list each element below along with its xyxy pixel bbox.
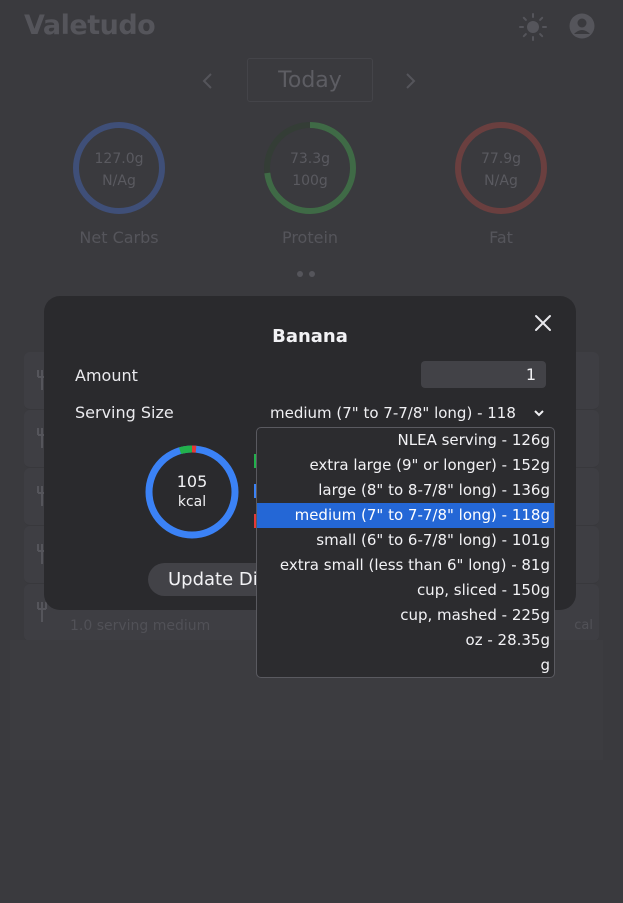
calorie-ring-protein — [179, 445, 193, 455]
chevron-left-icon[interactable] — [196, 68, 220, 94]
macro-fat: 77.9g N/Ag Fat — [431, 120, 571, 247]
chevron-down-icon — [534, 410, 544, 417]
protein-goal: 100g — [292, 173, 328, 189]
log-item-kcal: cal — [574, 618, 593, 633]
serving-size-option[interactable]: cup, mashed - 225g — [257, 603, 554, 628]
calorie-summary: 105 kcal — [144, 472, 240, 512]
serving-size-option[interactable]: extra large (9" or longer) - 152g — [257, 453, 554, 478]
serving-size-option[interactable]: oz - 28.35g — [257, 628, 554, 653]
fat-label: Fat — [489, 228, 513, 247]
amount-label: Amount — [75, 366, 138, 385]
carousel-dot[interactable] — [297, 271, 303, 277]
protein-label: Protein — [281, 228, 339, 247]
calorie-value: 105 — [176, 472, 208, 491]
net-carbs-values: 127.0g N/Ag — [49, 148, 189, 192]
serving-size-option[interactable]: cup, sliced - 150g — [257, 578, 554, 603]
chevron-right-icon[interactable] — [398, 68, 422, 94]
serving-size-select[interactable]: medium (7" to 7-7/8" long) - 118g — [270, 400, 546, 426]
macro-net-carbs: 127.0g N/Ag Net Carbs — [49, 120, 189, 247]
net-carbs-goal: N/Ag — [102, 173, 136, 189]
calorie-unit: kcal — [177, 494, 207, 510]
net-carbs-value: 127.0g — [94, 151, 144, 167]
carousel-dot[interactable] — [309, 271, 315, 277]
account-icon[interactable] — [568, 12, 596, 40]
dialog-title: Banana — [272, 326, 348, 347]
sun-icon[interactable] — [518, 12, 548, 42]
fat-values: 77.9g N/Ag — [431, 148, 571, 192]
fat-value: 77.9g — [480, 151, 522, 167]
serving-size-value: medium (7" to 7-7/8" long) - 118g — [270, 404, 516, 422]
serving-size-option[interactable]: large (8" to 8-7/8" long) - 136g — [257, 478, 554, 503]
date-navigator: Today — [0, 58, 623, 104]
amount-input[interactable] — [421, 361, 546, 388]
serving-size-option[interactable]: extra small (less than 6" long) - 81g — [257, 553, 554, 578]
serving-size-option[interactable]: NLEA serving - 126g — [257, 428, 554, 453]
serving-size-option[interactable]: small (6" to 6-7/8" long) - 101g — [257, 528, 554, 553]
protein-values: 73.3g 100g — [240, 148, 380, 192]
carousel-dots — [297, 262, 327, 277]
log-item-serving: 1.0 serving medium — [70, 618, 211, 634]
date-label[interactable]: Today — [247, 58, 373, 102]
serving-size-label: Serving Size — [75, 403, 174, 422]
macro-protein: 73.3g 100g Protein — [240, 120, 380, 247]
fork-icon — [37, 602, 47, 622]
app-logo: Valetudo — [24, 10, 156, 41]
fat-goal: N/Ag — [484, 173, 518, 189]
serving-size-dropdown: NLEA serving - 126g extra large (9" or lo… — [256, 427, 555, 678]
serving-size-option[interactable]: g — [257, 653, 554, 677]
serving-size-option[interactable]: medium (7" to 7-7/8" long) - 118g — [257, 503, 554, 528]
close-icon[interactable] — [532, 312, 554, 334]
protein-value: 73.3g — [289, 151, 331, 167]
net-carbs-label: Net Carbs — [79, 228, 159, 247]
